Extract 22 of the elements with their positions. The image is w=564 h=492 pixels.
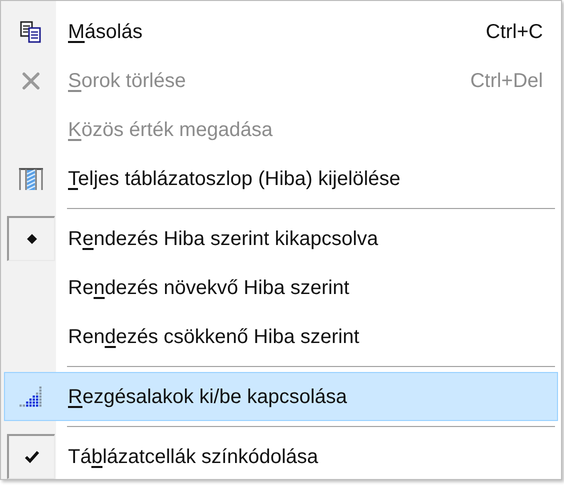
menu-item-label: Másolás xyxy=(68,20,142,44)
menu-item-label: Rendezés növekvő Hiba szerint xyxy=(68,276,350,300)
menu-item[interactable]: Rendezés növekvő Hiba szerint xyxy=(4,263,558,312)
menu-item[interactable]: Teljes táblázatoszlop (Hiba) kijelölése xyxy=(4,154,558,203)
menu-item-label: Teljes táblázatoszlop (Hiba) kijelölése xyxy=(68,166,400,192)
copy-icon xyxy=(20,20,42,42)
close-icon xyxy=(21,70,41,90)
shortcut-label: Ctrl+Del xyxy=(470,68,543,94)
table-column-icon xyxy=(18,166,44,190)
menu-item-label: Közös érték megadása xyxy=(68,118,273,142)
menu-item[interactable]: Táblázatcellák színkódolása xyxy=(4,432,558,481)
shortcut-label: Ctrl+C xyxy=(486,20,543,44)
menu-item-label: Rendezés Hiba szerint kikapcsolva xyxy=(68,226,378,252)
menu-item-label: Rendezés csökkenő Hiba szerint xyxy=(68,324,360,350)
menu-item-label: Táblázatcellák színkódolása xyxy=(68,444,318,470)
menu-item[interactable]: Rendezés csökkenő Hiba szerint xyxy=(4,312,558,361)
menu-item[interactable]: Rendezés Hiba szerint kikapcsolva xyxy=(4,214,558,263)
menu-item-label: Sorok törlése xyxy=(68,68,186,94)
menu-item[interactable]: Rezgésalakok ki/be kapcsolása xyxy=(4,372,558,421)
menu-item-label: Rezgésalakok ki/be kapcsolása xyxy=(68,384,348,410)
menu-item[interactable]: Másolás Ctrl+C xyxy=(4,7,558,56)
bar-chart-icon xyxy=(19,386,43,408)
